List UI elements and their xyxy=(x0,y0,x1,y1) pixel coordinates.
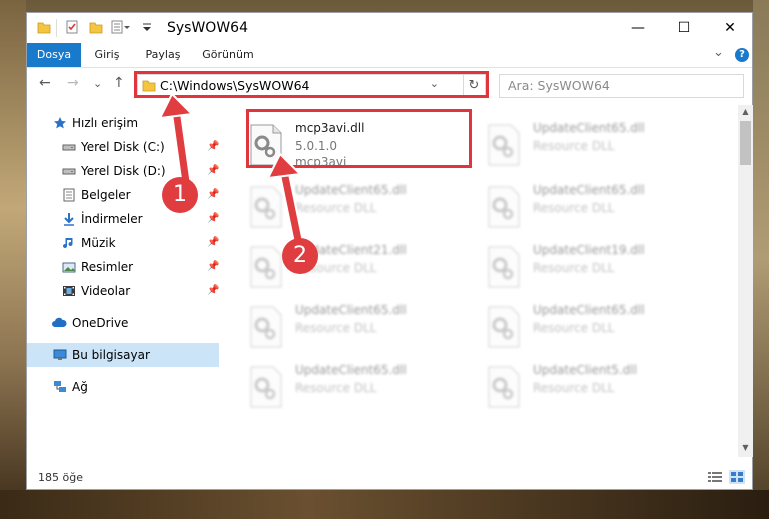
callout-1: 1 xyxy=(162,177,198,213)
callout-2: 2 xyxy=(282,238,318,274)
arrow-2-head xyxy=(266,152,303,180)
arrow-1-shaft xyxy=(172,106,190,186)
arrow-1-head xyxy=(158,92,195,120)
annotation-arrows xyxy=(158,92,304,246)
